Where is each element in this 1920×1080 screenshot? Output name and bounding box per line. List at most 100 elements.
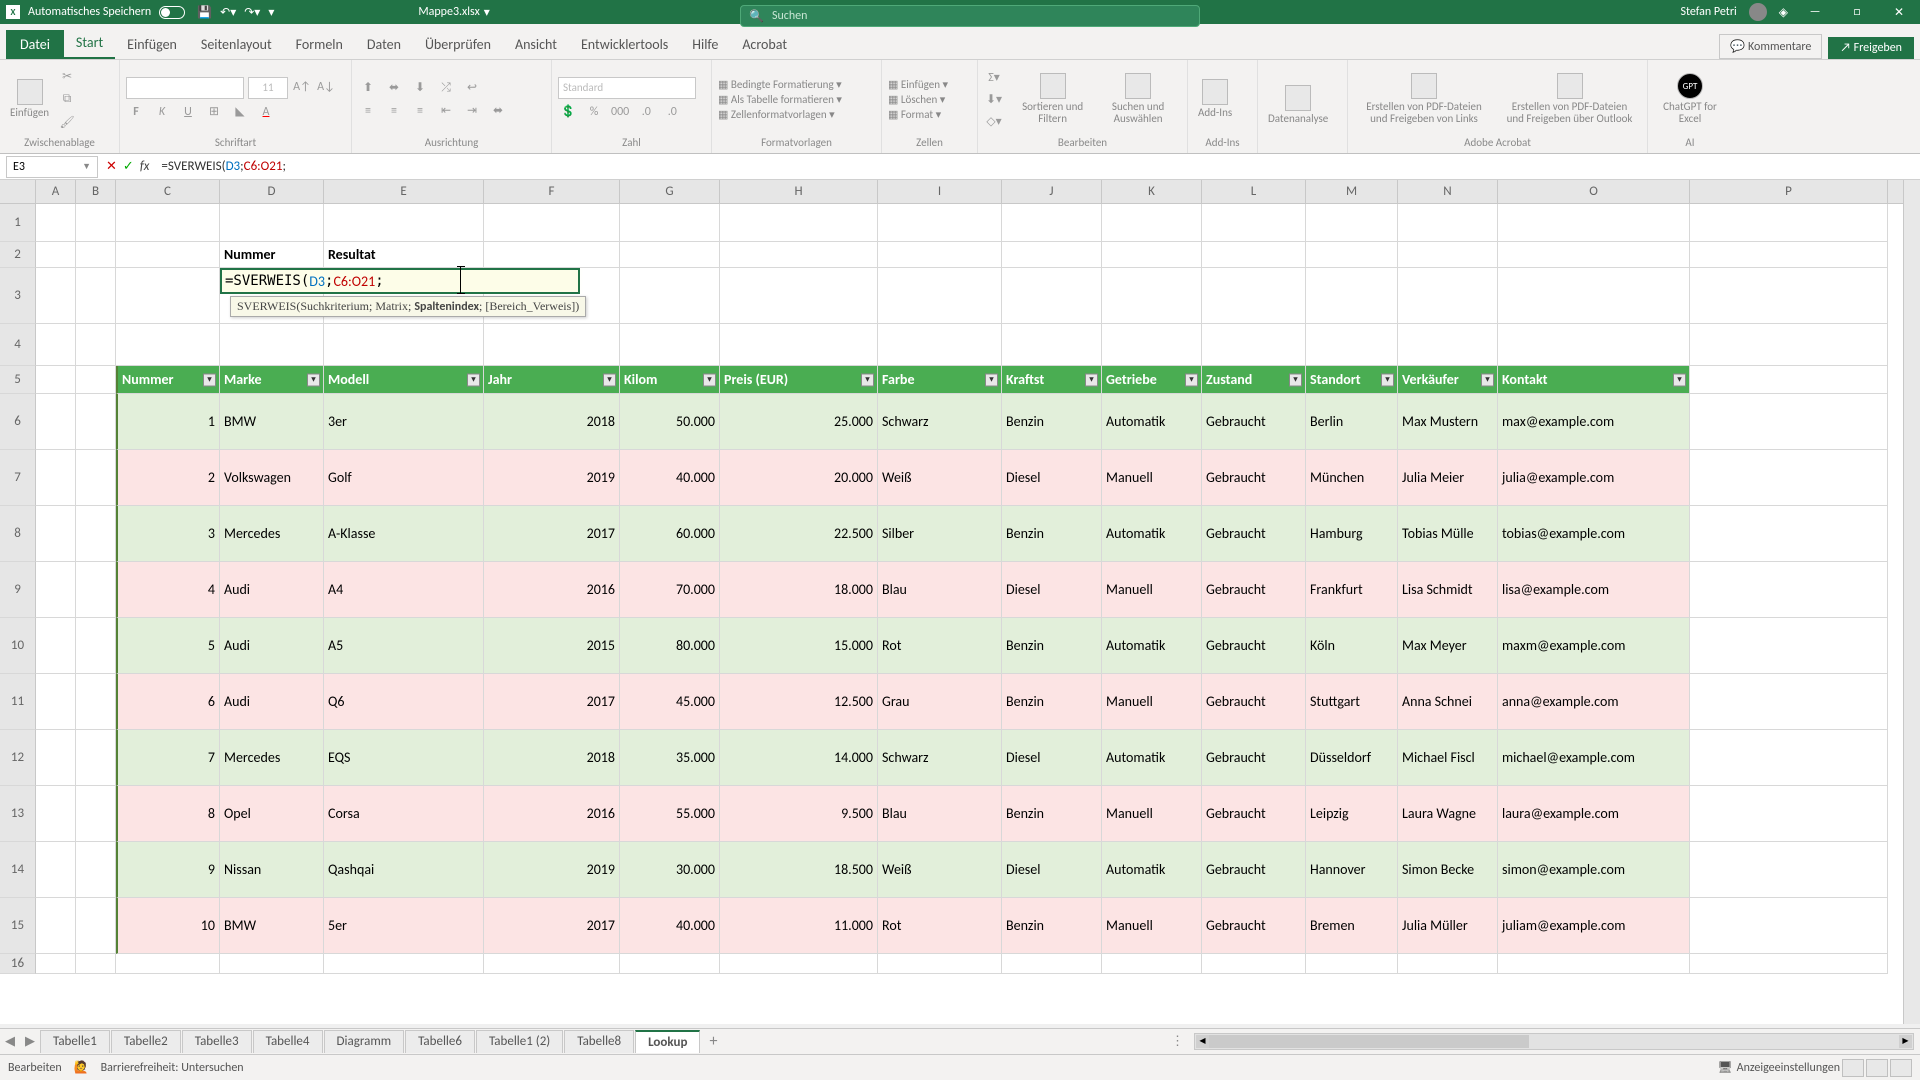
- cell[interactable]: [1690, 204, 1888, 242]
- close-button[interactable]: ✕: [1884, 5, 1914, 20]
- table-cell[interactable]: Blau: [878, 786, 1002, 842]
- table-cell[interactable]: Diesel: [1002, 450, 1102, 506]
- label-nummer[interactable]: Nummer: [220, 242, 324, 268]
- filter-icon[interactable]: ▾: [1185, 373, 1198, 386]
- filter-icon[interactable]: ▾: [603, 373, 616, 386]
- table-cell[interactable]: anna@example.com: [1498, 674, 1690, 730]
- sheet-tab-diagramm[interactable]: Diagramm: [324, 1030, 405, 1053]
- cell[interactable]: [76, 842, 116, 898]
- cell[interactable]: [878, 268, 1002, 324]
- table-cell[interactable]: Julia Meier: [1398, 450, 1498, 506]
- filter-icon[interactable]: ▾: [861, 373, 874, 386]
- row-header-13[interactable]: 13: [0, 786, 36, 842]
- sort-filter-button[interactable]: Sortieren und Filtern: [1014, 71, 1091, 127]
- cell-styles-button[interactable]: ▦ Zellenformatvorlagen ▾: [718, 108, 842, 121]
- table-cell[interactable]: 2018: [484, 730, 620, 786]
- font-color-icon[interactable]: A: [256, 102, 276, 122]
- table-cell[interactable]: laura@example.com: [1498, 786, 1690, 842]
- table-cell[interactable]: Nissan: [220, 842, 324, 898]
- table-cell[interactable]: Hamburg: [1306, 506, 1398, 562]
- filter-icon[interactable]: ▾: [985, 373, 998, 386]
- cell[interactable]: [1398, 324, 1498, 366]
- cell[interactable]: [1690, 898, 1888, 954]
- cell[interactable]: [1002, 268, 1102, 324]
- cell[interactable]: [484, 204, 620, 242]
- align-bottom-icon[interactable]: ⬇: [410, 78, 430, 98]
- cell[interactable]: [1102, 242, 1202, 268]
- cell[interactable]: [76, 366, 116, 394]
- table-cell[interactable]: Manuell: [1102, 562, 1202, 618]
- editing-cell[interactable]: =SVERWEIS(D3;C6:O21;: [220, 268, 580, 294]
- cell[interactable]: [36, 954, 76, 974]
- filter-icon[interactable]: ▾: [1381, 373, 1394, 386]
- table-cell[interactable]: Corsa: [324, 786, 484, 842]
- comma-icon[interactable]: 000: [610, 102, 630, 122]
- cell[interactable]: [1498, 324, 1690, 366]
- table-cell[interactable]: A4: [324, 562, 484, 618]
- cell[interactable]: [484, 954, 620, 974]
- cell[interactable]: [1306, 204, 1398, 242]
- cell[interactable]: [1002, 324, 1102, 366]
- table-cell[interactable]: tobias@example.com: [1498, 506, 1690, 562]
- table-cell[interactable]: 20.000: [720, 450, 878, 506]
- row-header-16[interactable]: 16: [0, 954, 36, 974]
- chatgpt-button[interactable]: GPTChatGPT for Excel: [1654, 71, 1726, 127]
- cell[interactable]: [1306, 324, 1398, 366]
- cell[interactable]: [1690, 786, 1888, 842]
- table-cell[interactable]: Automatik: [1102, 618, 1202, 674]
- cell[interactable]: [76, 204, 116, 242]
- horizontal-scrollbar[interactable]: ◀ ▶: [1194, 1033, 1914, 1050]
- table-header-getriebe[interactable]: Getriebe▾: [1102, 366, 1202, 394]
- table-header-verkufer[interactable]: Verkäufer▾: [1398, 366, 1498, 394]
- table-header-farbe[interactable]: Farbe▾: [878, 366, 1002, 394]
- table-cell[interactable]: BMW: [220, 394, 324, 450]
- table-cell[interactable]: Gebraucht: [1202, 730, 1306, 786]
- table-cell[interactable]: 2018: [484, 394, 620, 450]
- table-cell[interactable]: 5er: [324, 898, 484, 954]
- col-header-J[interactable]: J: [1002, 180, 1102, 203]
- cell[interactable]: [1690, 394, 1888, 450]
- scroll-right-icon[interactable]: ▶: [1899, 1035, 1912, 1048]
- table-cell[interactable]: Gebraucht: [1202, 450, 1306, 506]
- col-header-I[interactable]: I: [878, 180, 1002, 203]
- cell[interactable]: [878, 954, 1002, 974]
- table-header-standort[interactable]: Standort▾: [1306, 366, 1398, 394]
- cell[interactable]: [324, 324, 484, 366]
- table-cell[interactable]: 18.500: [720, 842, 878, 898]
- cell[interactable]: [1690, 268, 1888, 324]
- autosum-icon[interactable]: Σ▾: [984, 67, 1004, 87]
- cell[interactable]: [1398, 954, 1498, 974]
- increase-indent-icon[interactable]: ⇥: [462, 101, 482, 121]
- accessibility-icon[interactable]: 🙋: [74, 1060, 89, 1075]
- find-select-button[interactable]: Suchen und Auswählen: [1095, 71, 1181, 127]
- table-cell[interactable]: 2016: [484, 786, 620, 842]
- cells-format-button[interactable]: ▦ Format ▾: [888, 108, 948, 121]
- increase-font-icon[interactable]: A↑: [292, 77, 312, 97]
- table-header-kraftst[interactable]: Kraftst▾: [1002, 366, 1102, 394]
- cell[interactable]: [36, 730, 76, 786]
- doc-title-dropdown-icon[interactable]: ▾: [484, 5, 490, 20]
- table-cell[interactable]: 2: [116, 450, 220, 506]
- cell[interactable]: [1690, 324, 1888, 366]
- cell[interactable]: [484, 324, 620, 366]
- table-cell[interactable]: Düsseldorf: [1306, 730, 1398, 786]
- col-header-F[interactable]: F: [484, 180, 620, 203]
- cell[interactable]: [1498, 242, 1690, 268]
- filter-icon[interactable]: ▾: [467, 373, 480, 386]
- table-cell[interactable]: Audi: [220, 618, 324, 674]
- table-cell[interactable]: Automatik: [1102, 730, 1202, 786]
- cell[interactable]: [620, 324, 720, 366]
- tab-start[interactable]: Start: [64, 28, 115, 59]
- align-top-icon[interactable]: ⬆: [358, 78, 378, 98]
- view-pagebreak-icon[interactable]: [1890, 1059, 1912, 1077]
- align-center-icon[interactable]: ≡: [384, 101, 404, 121]
- cells-insert-button[interactable]: ▦ Einfügen ▾: [888, 78, 948, 91]
- cell[interactable]: [36, 394, 76, 450]
- table-header-modell[interactable]: Modell▾: [324, 366, 484, 394]
- cancel-formula-icon[interactable]: ✕: [106, 159, 117, 174]
- redo-icon[interactable]: ↷▾: [244, 5, 260, 20]
- table-cell[interactable]: Golf: [324, 450, 484, 506]
- col-header-M[interactable]: M: [1306, 180, 1398, 203]
- sheet-nav-next-icon[interactable]: ▶: [20, 1034, 40, 1049]
- cell[interactable]: [1202, 324, 1306, 366]
